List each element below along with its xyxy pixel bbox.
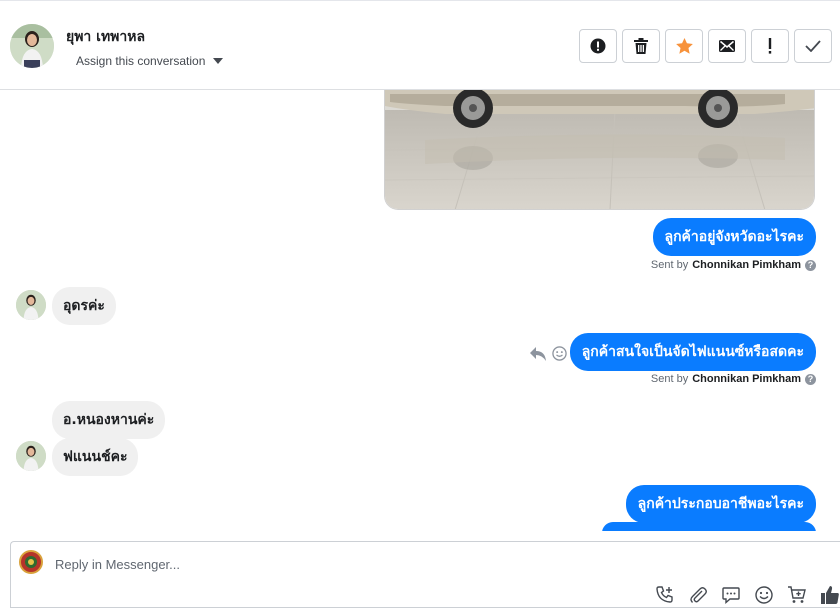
message-incoming[interactable]: อุดรค่ะ: [52, 287, 116, 325]
message-thread[interactable]: ลูกค้าอยู่จังหวัดอะไรคะ Sent by Chonnika…: [0, 90, 840, 531]
contact-avatar[interactable]: [10, 24, 54, 68]
reply-icon[interactable]: [530, 346, 546, 361]
message-outgoing-partial[interactable]: [602, 522, 816, 531]
message-incoming[interactable]: ฟแนนช์คะ: [52, 438, 139, 476]
sent-by-prefix: Sent by: [650, 259, 689, 271]
contact-name[interactable]: ยุพา เทพาหล: [66, 26, 145, 48]
follow-up-button[interactable]: [751, 29, 789, 63]
star-icon: [675, 38, 693, 54]
check-icon: [805, 40, 821, 52]
envelope-icon: [719, 40, 735, 52]
sent-by-info: Sent by Chonnikan Pimkham ?: [651, 259, 816, 271]
thumbs-up-icon[interactable]: [819, 584, 840, 605]
star-button[interactable]: [665, 29, 703, 63]
reply-input[interactable]: [55, 554, 655, 574]
spam-icon: [590, 38, 606, 54]
sent-by-info: Sent by Chonnikan Pimkham ?: [651, 373, 816, 385]
sent-by-name[interactable]: Chonnikan Pimkham: [692, 373, 801, 385]
conversation-header: ยุพา เทพาหล Assign this conversation: [0, 0, 840, 90]
attachment-icon[interactable]: [687, 584, 708, 605]
emoji-icon[interactable]: [753, 584, 774, 605]
contact-avatar-small[interactable]: [16, 290, 46, 320]
page-avatar: [19, 550, 43, 574]
exclamation-icon: [768, 38, 772, 54]
conversation-toolbar: [579, 29, 832, 63]
saved-reply-icon[interactable]: [720, 584, 741, 605]
trash-icon: [634, 38, 648, 54]
message-outgoing[interactable]: ลูกค้าประกอบอาชีพอะไรคะ: [625, 485, 816, 523]
help-icon[interactable]: ?: [805, 259, 816, 271]
message-actions: [530, 346, 567, 361]
sent-by-name[interactable]: Chonnikan Pimkham: [692, 259, 801, 271]
help-icon[interactable]: ?: [805, 373, 816, 385]
message-outgoing[interactable]: ลูกค้าอยู่จังหวัดอะไรคะ: [652, 218, 816, 256]
assign-conversation-dropdown[interactable]: Assign this conversation: [76, 54, 224, 68]
car-photo[interactable]: [384, 90, 815, 210]
emoji-reaction-icon[interactable]: [552, 346, 567, 361]
add-call-icon[interactable]: [654, 584, 675, 605]
cart-icon[interactable]: [786, 584, 807, 605]
contact-avatar-small[interactable]: [16, 441, 46, 471]
sent-by-prefix: Sent by: [650, 373, 689, 385]
mark-unread-button[interactable]: [708, 29, 746, 63]
mark-spam-button[interactable]: [579, 29, 617, 63]
composer-toolbar: [654, 584, 840, 605]
reply-composer: [10, 541, 840, 608]
message-incoming[interactable]: อ.หนองหานค่ะ: [52, 401, 166, 439]
mark-done-button[interactable]: [794, 29, 832, 63]
assign-label: Assign this conversation: [76, 54, 206, 68]
message-outgoing[interactable]: ลูกค้าสนใจเป็นจัดไฟแนนซ์หรือสดคะ: [569, 333, 816, 371]
caret-down-icon: [213, 58, 224, 64]
delete-button[interactable]: [622, 29, 660, 63]
